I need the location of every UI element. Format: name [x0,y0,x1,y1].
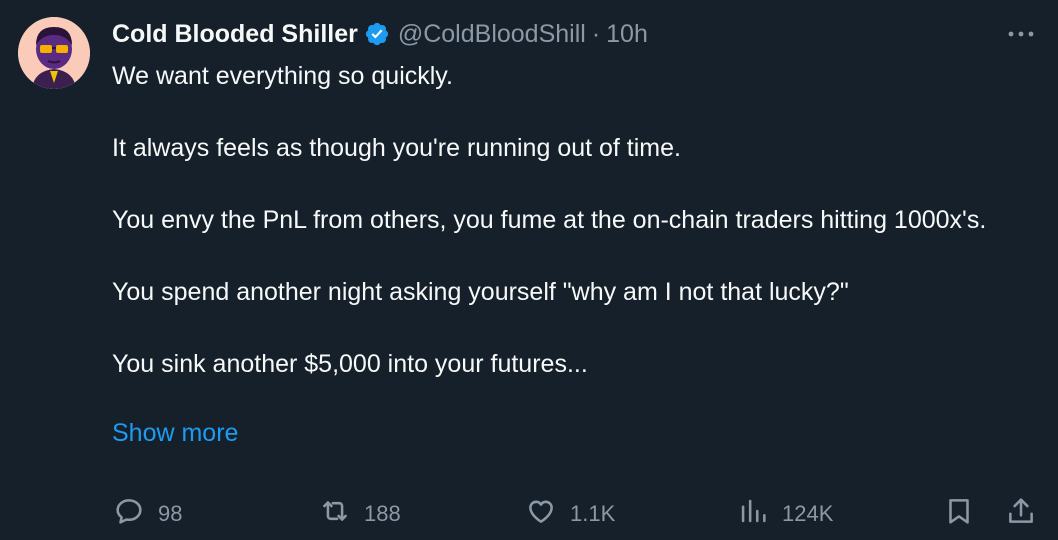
avatar[interactable] [18,17,90,89]
tweet-paragraph: It always feels as though you're running… [112,134,681,162]
reply-icon [112,494,146,534]
tweet-paragraph: You spend another night asking yourself … [112,278,849,306]
show-more-link[interactable]: Show more [112,415,238,451]
reply-button[interactable]: 98 [112,492,182,536]
avatar-image [18,17,90,89]
views-icon [736,494,770,534]
bookmark-button[interactable] [942,492,976,536]
like-icon [524,494,558,534]
like-button[interactable]: 1.1K [524,492,615,536]
tweet-header: Cold Blooded Shiller @ColdBloodShill · 1… [112,17,648,51]
tweet-paragraph: You sink another $5,000 into your future… [112,350,588,378]
bookmark-icon [942,494,976,534]
author-name[interactable]: Cold Blooded Shiller [112,17,358,51]
repost-button[interactable]: 188 [318,492,401,536]
timestamp[interactable]: 10h [606,17,648,51]
share-button[interactable] [1004,492,1038,536]
tweet-text: We want everything so quickly. It always… [112,58,1012,382]
repost-icon [318,494,352,534]
views-button[interactable]: 124K [736,492,833,536]
like-count: 1.1K [570,501,616,526]
separator: · [591,20,601,48]
verified-badge-icon [364,21,390,47]
views-count: 124K [782,501,834,526]
action-bar: 98 188 1.1K 124K [0,492,1058,536]
author-handle[interactable]: @ColdBloodShill [398,17,586,51]
share-icon [1004,494,1038,534]
more-icon[interactable] [1006,21,1036,47]
tweet-paragraph: We want everything so quickly. [112,62,453,90]
tweet-paragraph: You envy the PnL from others, you fume a… [112,206,987,234]
reply-count: 98 [158,501,183,526]
repost-count: 188 [364,501,401,526]
